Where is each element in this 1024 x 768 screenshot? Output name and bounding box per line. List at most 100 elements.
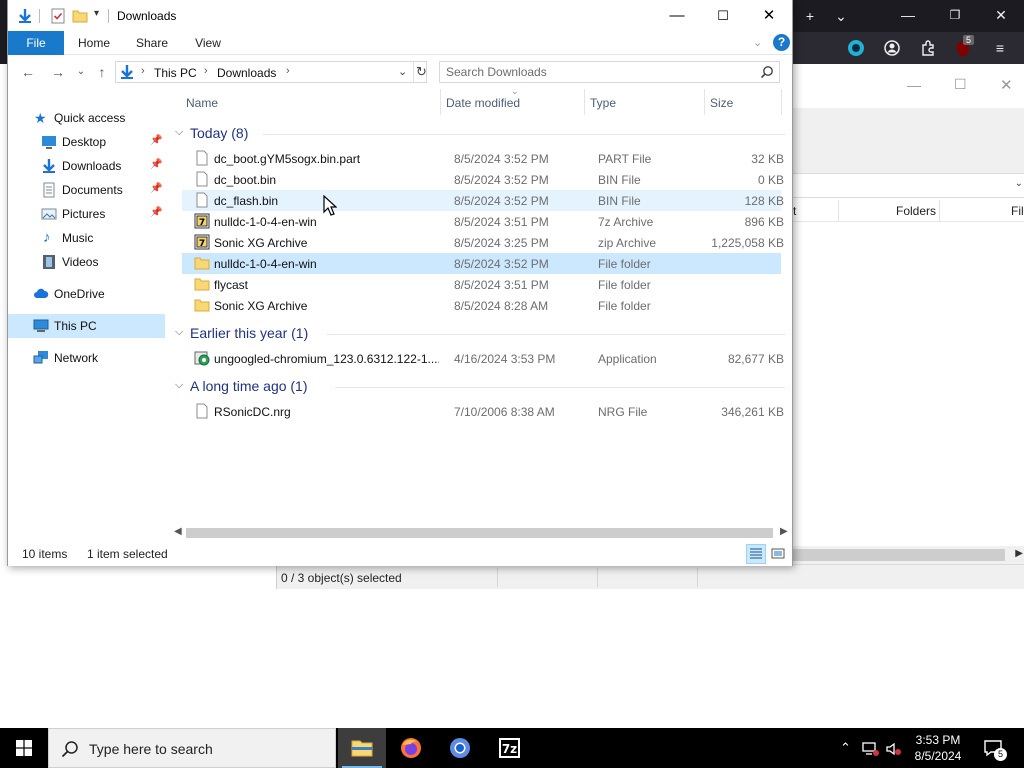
help-icon[interactable]: ? [773,34,790,51]
column-divider[interactable] [781,89,782,115]
search-box[interactable] [439,61,780,83]
forward-button[interactable]: → [48,64,68,80]
show-hidden-icons-chevron-icon[interactable]: ⌃ [840,740,851,756]
column-divider[interactable] [584,89,585,115]
file-row[interactable]: 7 Sonic XG Archive 8/5/2024 3:25 PM zip … [182,232,784,253]
column-divider[interactable] [440,89,441,115]
sevenzip-close-icon[interactable]: ✕ [1000,76,1013,94]
file-row[interactable]: 7 nulldc-1-0-4-en-win 8/5/2024 3:51 PM 7… [182,211,784,232]
browser-menu-icon[interactable]: ≡ [990,40,1010,56]
pin-icon[interactable]: 📌 [150,207,162,218]
scrollbar-thumb[interactable] [186,528,773,538]
breadcrumb-downloads[interactable]: Downloads [217,66,276,80]
group-header-earlier-this-year[interactable]: ⌵ Earlier this year (1) [175,323,785,345]
taskbar-7zip[interactable]: 7z [485,728,533,768]
nav-this-pc[interactable]: This PC [8,314,165,338]
column-header-date[interactable]: Date modified [446,96,520,110]
account-icon[interactable] [884,40,900,56]
taskbar-file-explorer[interactable] [338,728,386,768]
start-button[interactable] [0,728,48,768]
vpn-extension-icon[interactable] [847,39,865,57]
horizontal-scrollbar[interactable]: ◀ ▶ [172,524,792,542]
back-button[interactable]: ← [18,64,38,80]
column-divider[interactable] [704,89,705,115]
taskbar-firefox[interactable] [387,728,435,768]
breadcrumb-separator-icon[interactable]: › [204,65,208,77]
volume-muted-icon[interactable] [885,741,903,757]
tab-file[interactable]: File [8,31,64,55]
customize-toolbar-chevron-icon[interactable]: ▾ [94,8,99,19]
sevenzip-horizontal-scrollbar[interactable]: ▶ [793,546,1024,564]
address-history-chevron-icon[interactable]: ⌄ [398,65,407,78]
collapse-chevron-icon[interactable]: ⌵ [175,126,183,139]
sevenzip-column-partial[interactable]: t [793,204,796,218]
breadcrumb-separator-icon[interactable]: › [141,65,145,77]
expand-ribbon-chevron-icon[interactable]: ⌄ [753,36,762,49]
browser-close-icon[interactable]: ✕ [991,7,1011,23]
taskbar-search-box[interactable]: Type here to search [48,728,336,768]
nav-quick-access[interactable]: ★ Quick access [8,106,165,130]
large-icons-view-button[interactable] [768,544,788,564]
group-header-today[interactable]: ⌵ Today (8) [175,123,785,145]
tab-share[interactable]: Share [126,31,178,55]
search-input[interactable] [446,64,746,80]
scrollbar-thumb[interactable] [793,549,1005,561]
nav-network[interactable]: Network [8,346,165,370]
group-header-a-long-time-ago[interactable]: ⌵ A long time ago (1) [175,376,785,398]
collapse-chevron-icon[interactable]: ⌵ [175,379,183,392]
nav-pictures[interactable]: Pictures 📌 [8,202,165,226]
taskbar-clock[interactable]: 3:53 PM 8/5/2024 [906,732,970,764]
browser-restore-icon[interactable]: ❐ [945,7,965,23]
column-header-name[interactable]: Name [186,96,218,110]
browser-minimize-icon[interactable]: — [898,7,918,23]
nav-downloads[interactable]: Downloads 📌 [8,154,165,178]
properties-checklist-icon[interactable] [50,8,66,24]
sevenzip-minimize-icon[interactable]: — [907,77,921,93]
sevenzip-address-bar[interactable]: ⌄ [793,174,1024,198]
collapse-chevron-icon[interactable]: ⌵ [175,326,183,339]
sevenzip-maximize-icon[interactable]: ☐ [954,76,967,93]
scroll-right-icon[interactable]: ▶ [780,526,788,537]
scroll-left-icon[interactable]: ◀ [174,526,182,537]
chevron-down-icon[interactable]: ⌄ [1015,178,1023,189]
column-header-size[interactable]: Size [710,96,733,110]
file-row[interactable]: Sonic XG Archive 8/5/2024 8:28 AM File f… [182,295,781,316]
pin-icon[interactable]: 📌 [150,159,162,170]
refresh-icon[interactable]: ↻ [416,64,427,80]
sevenzip-column-files[interactable]: Fil [1011,204,1024,218]
sevenzip-column-folders[interactable]: Folders [896,204,936,218]
close-button[interactable]: ✕ [746,0,792,31]
scroll-right-icon[interactable]: ▶ [1015,548,1023,559]
nav-desktop[interactable]: Desktop 📌 [8,130,165,154]
file-row[interactable]: flycast 8/5/2024 3:51 PM File folder [182,274,781,295]
breadcrumb-separator-icon[interactable]: › [286,65,290,77]
file-row[interactable]: dc_boot.bin 8/5/2024 3:52 PM BIN File 0 … [182,169,784,190]
network-tray-icon[interactable] [862,741,880,757]
maximize-button[interactable]: ☐ [700,0,746,31]
file-row[interactable]: dc_boot.gYM5sogx.bin.part 8/5/2024 3:52 … [182,148,784,169]
pin-icon[interactable]: 📌 [150,183,162,194]
taskbar-chromium[interactable] [436,728,484,768]
new-tab-icon[interactable]: + [800,8,820,24]
file-row[interactable]: ungoogled-chromium_123.0.6312.122-1.... … [182,348,784,369]
tab-list-chevron-icon[interactable]: ⌄ [831,8,851,24]
minimize-button[interactable]: — [654,0,700,31]
up-button[interactable]: ↑ [92,64,112,80]
new-folder-icon[interactable] [72,8,88,24]
details-view-button[interactable] [746,544,766,564]
nav-onedrive[interactable]: OneDrive [8,282,165,306]
nav-documents[interactable]: Documents 📌 [8,178,165,202]
extensions-puzzle-icon[interactable] [920,40,936,56]
file-row[interactable]: dc_flash.bin 8/5/2024 3:52 PM BIN File 1… [182,190,784,211]
file-row[interactable]: nulldc-1-0-4-en-win 8/5/2024 3:52 PM Fil… [182,253,781,274]
nav-videos[interactable]: Videos [8,250,165,274]
pin-icon[interactable]: 📌 [150,135,162,146]
file-row[interactable]: RSonicDC.nrg 7/10/2006 8:38 AM NRG File … [182,401,784,422]
recent-locations-chevron-icon[interactable]: ⌄ [71,64,91,80]
tab-view[interactable]: View [182,31,234,55]
tab-home[interactable]: Home [68,31,120,55]
address-box[interactable]: › This PC › Downloads › ⌄ ↻ [115,61,427,83]
nav-music[interactable]: ♪ Music [8,226,165,250]
breadcrumb-this-pc[interactable]: This PC [154,66,197,80]
column-header-type[interactable]: Type [590,96,616,110]
